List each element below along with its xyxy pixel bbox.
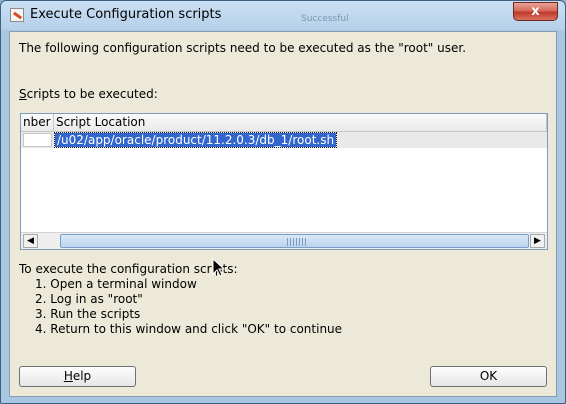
scripts-table[interactable]: nber Script Location /u02/app/oracle/pro… <box>20 113 548 250</box>
scripts-label-mnemonic: S <box>19 87 27 101</box>
window-title: Execute Configuration scripts <box>30 7 222 22</box>
intro-text: The following configuration scripts need… <box>19 41 467 55</box>
instruction-step: 3. Run the scripts <box>35 307 141 321</box>
help-mnemonic: H <box>63 369 73 383</box>
ok-button[interactable]: OK <box>430 366 547 387</box>
grip-icon <box>287 238 307 246</box>
scripts-label: Scripts to be executed: <box>19 87 158 101</box>
close-icon: x <box>531 4 540 19</box>
scroll-right-icon: ▶ <box>534 236 541 246</box>
scroll-left-button[interactable]: ◀ <box>23 234 38 248</box>
scroll-right-button[interactable]: ▶ <box>530 234 545 248</box>
horizontal-scrollbar[interactable]: ◀ ▶ <box>21 232 547 249</box>
script-location-cell[interactable]: /u02/app/oracle/product/11.2.0.3/db_1/ro… <box>53 132 338 148</box>
mouse-cursor-icon <box>212 258 226 277</box>
scrollbar-thumb[interactable] <box>60 234 529 248</box>
dialog-window: Execute Configuration scripts Successful… <box>0 0 566 404</box>
column-header-number[interactable]: nber <box>21 114 54 131</box>
scripts-label-rest: cripts to be executed: <box>26 87 158 101</box>
title-bar[interactable]: Execute Configuration scripts Successful… <box>1 1 565 30</box>
help-label-rest: elp <box>72 369 92 383</box>
help-button[interactable]: Help <box>19 366 136 387</box>
table-header: nber Script Location <box>21 114 547 132</box>
table-row[interactable]: /u02/app/oracle/product/11.2.0.3/db_1/ro… <box>21 132 547 148</box>
instruction-step: 4. Return to this window and click "OK" … <box>35 322 343 336</box>
app-icon <box>10 8 24 22</box>
close-button[interactable]: x <box>513 2 558 21</box>
row-number-cell[interactable] <box>23 133 52 147</box>
scroll-left-icon: ◀ <box>27 236 34 246</box>
dialog-body: The following configuration scripts need… <box>9 31 557 397</box>
column-header-script-location[interactable]: Script Location <box>54 114 547 131</box>
instructions-heading: To execute the configuration scripts: <box>19 262 238 276</box>
instruction-step: 2. Log in as "root" <box>35 292 143 306</box>
background-window-text: Successful <box>301 14 349 24</box>
instruction-step: 1. Open a terminal window <box>35 277 197 291</box>
